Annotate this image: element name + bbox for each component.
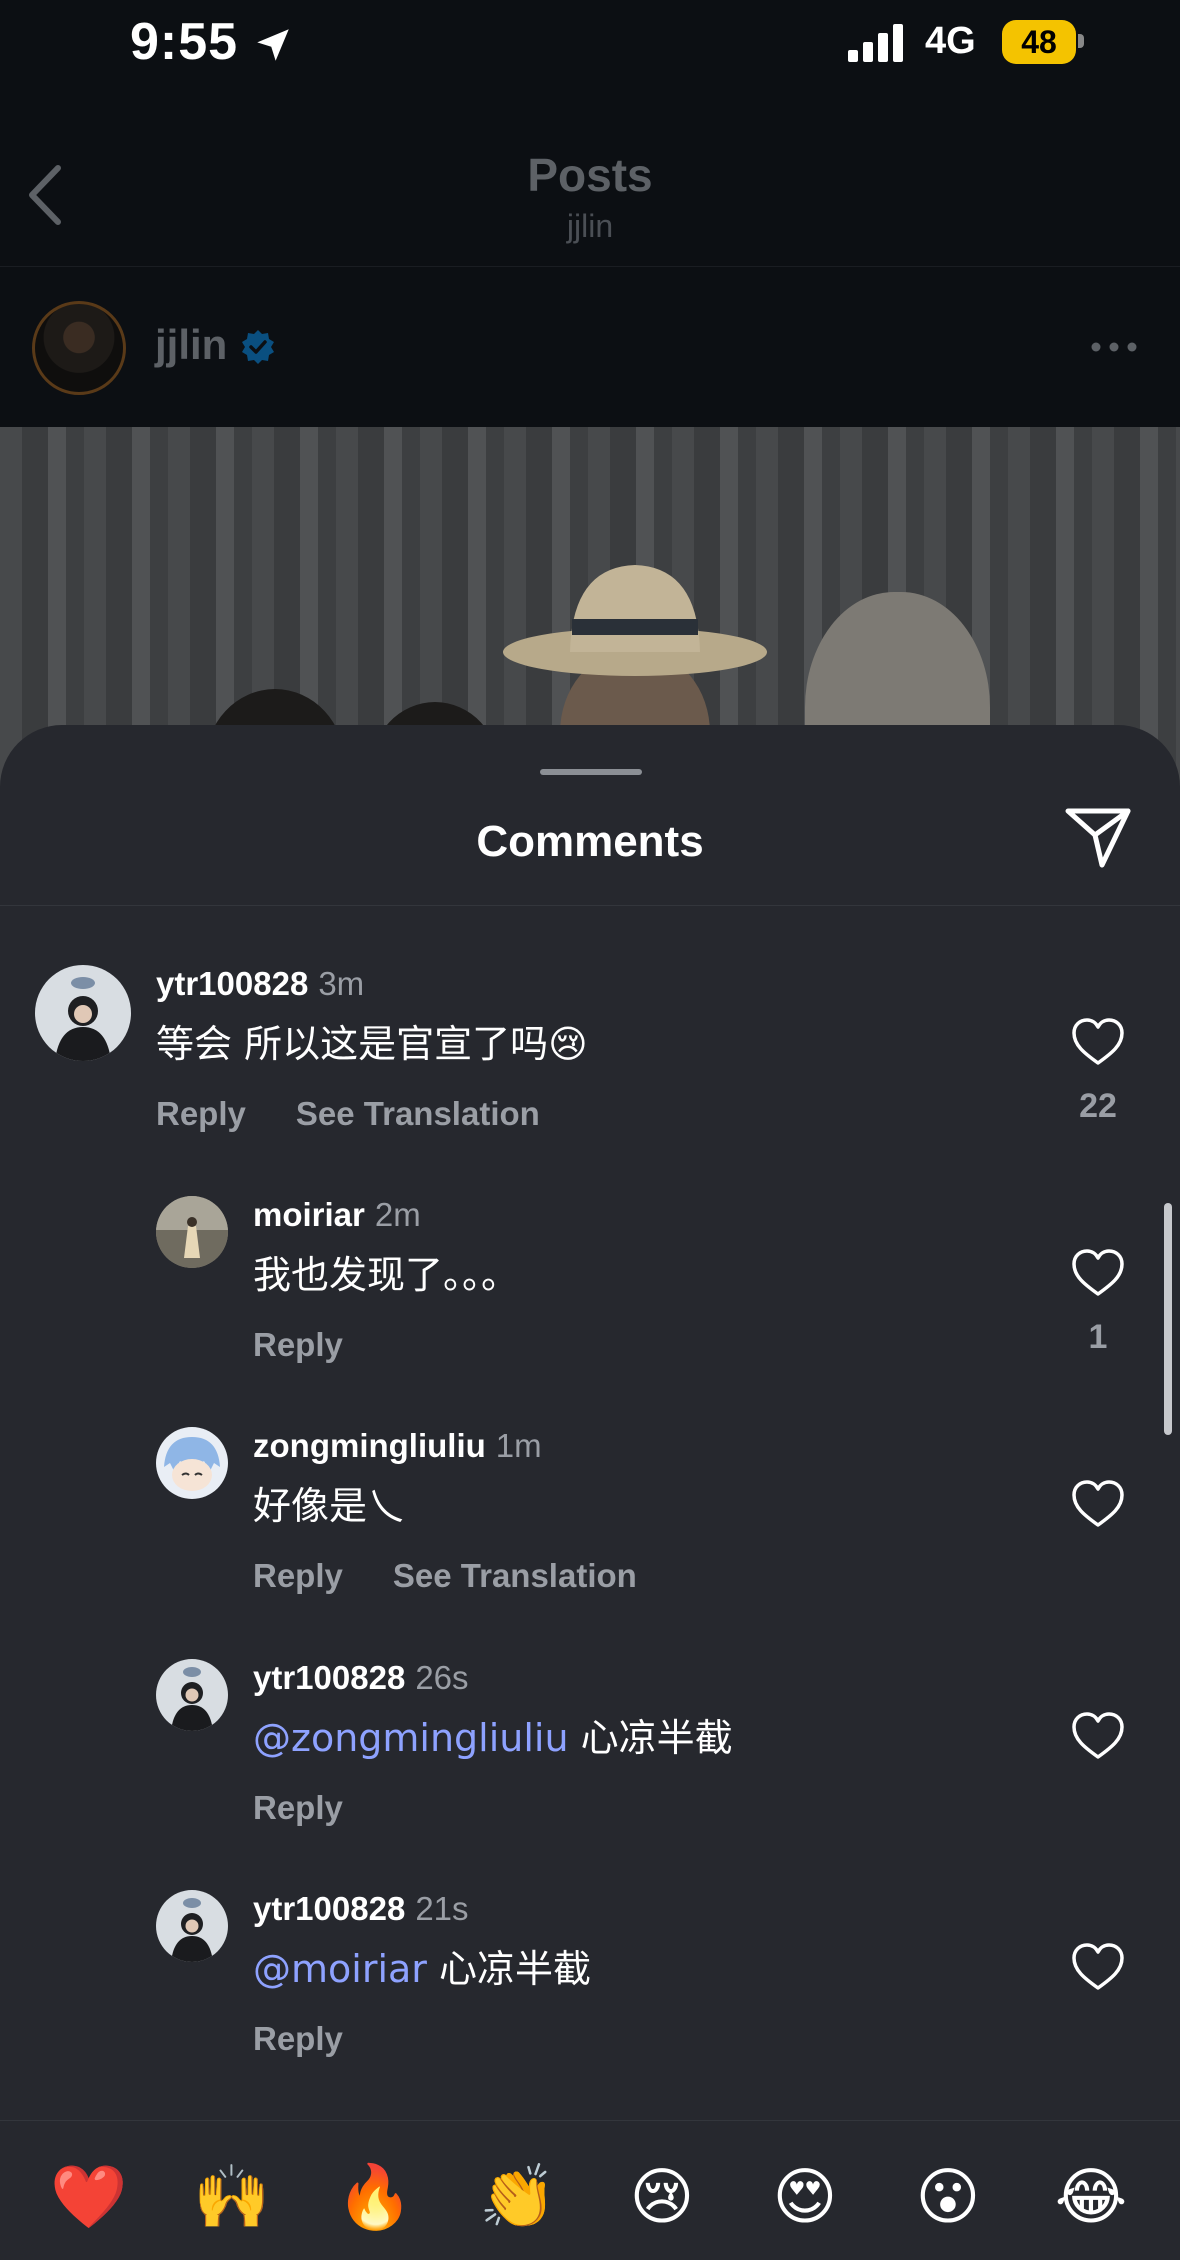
status-time: 9:55: [130, 13, 239, 71]
reply-button[interactable]: Reply: [156, 1095, 246, 1132]
avatar[interactable]: [156, 1890, 228, 1962]
comment-username[interactable]: ytr100828 3m: [156, 965, 364, 1003]
avatar[interactable]: [156, 1427, 228, 1499]
emoji-clapping[interactable]: 👏: [479, 2159, 556, 2235]
comment-username[interactable]: ytr100828 26s: [253, 1659, 469, 1697]
sheet-title: Comments: [476, 817, 704, 866]
avatar[interactable]: [156, 1196, 228, 1268]
reply-button[interactable]: Reply: [253, 1557, 343, 1594]
heart-icon[interactable]: [1070, 1017, 1126, 1067]
emoji-heart[interactable]: ❤️: [50, 2159, 127, 2235]
comment-actions: Reply See Translation: [253, 1557, 637, 1595]
comment-timestamp: 2m: [374, 1196, 421, 1233]
avatar[interactable]: [156, 1659, 228, 1731]
comment-timestamp: 26s: [415, 1659, 469, 1696]
reply-button[interactable]: Reply: [253, 2020, 343, 2057]
comment-body: 心凉半截: [568, 1716, 733, 1760]
network-type: 4G: [925, 20, 976, 62]
comment-actions: Reply: [253, 1789, 343, 1827]
comment-text: @zongmingliuliu 心凉半截: [253, 1707, 733, 1762]
username-text[interactable]: moiriar: [253, 1196, 365, 1233]
nav-header: Posts jjlin: [0, 92, 1180, 267]
post-author-username[interactable]: jjlin: [155, 321, 227, 369]
sheet-drag-handle[interactable]: [540, 769, 642, 775]
location-arrow-icon: [257, 29, 289, 61]
comment-text: 等会 所以这是官宣了吗😢: [156, 1022, 588, 1066]
comment-actions: Reply: [253, 1326, 343, 1364]
comment-username[interactable]: moiriar 2m: [253, 1196, 421, 1234]
emoji-heart-eyes[interactable]: 😍: [767, 2159, 843, 2235]
comment-timestamp: 21s: [415, 1890, 469, 1927]
like-count: 1: [1088, 1318, 1108, 1356]
heart-icon[interactable]: [1070, 1479, 1126, 1529]
heart-icon[interactable]: [1070, 1711, 1126, 1761]
see-translation-button[interactable]: See Translation: [393, 1557, 637, 1594]
emoji-crying[interactable]: 😢: [624, 2159, 700, 2235]
emoji-surprised[interactable]: 😮: [910, 2159, 986, 2235]
comment-timestamp: 1m: [495, 1427, 542, 1464]
see-translation-button[interactable]: See Translation: [296, 1095, 540, 1132]
page-subtitle: jjlin: [566, 208, 614, 244]
like-count: 22: [1079, 1087, 1117, 1125]
comment-timestamp: 3m: [318, 965, 365, 1002]
more-options-icon[interactable]: [1088, 337, 1140, 357]
reply-button[interactable]: Reply: [253, 1326, 343, 1363]
scrollbar[interactable]: [1164, 1203, 1172, 1435]
username-text[interactable]: ytr100828: [156, 965, 308, 1002]
battery-indicator: 48: [1002, 20, 1076, 64]
comment-username[interactable]: zongmingliuliu 1m: [253, 1427, 542, 1465]
comment-text: 我也发现了。。。: [253, 1253, 520, 1297]
emoji-fire[interactable]: 🔥: [336, 2159, 413, 2235]
emoji-reaction-bar: ❤️ 🙌 🔥 👏 😢 😍 😮 😂: [0, 2120, 1180, 2260]
battery-tip: [1078, 34, 1084, 48]
status-bar: 9:55 4G 48: [0, 0, 1180, 92]
emoji-raising-hands[interactable]: 🙌: [193, 2159, 270, 2235]
emoji-joy[interactable]: 😂: [1053, 2159, 1129, 2235]
username-text[interactable]: ytr100828: [253, 1890, 405, 1927]
username-text[interactable]: ytr100828: [253, 1659, 405, 1696]
avatar[interactable]: [35, 965, 131, 1061]
post-header: jjlin: [0, 267, 1180, 427]
cellular-signal-icon: [848, 24, 903, 62]
heart-icon[interactable]: [1070, 1942, 1126, 1992]
username-text[interactable]: zongmingliuliu: [253, 1427, 486, 1464]
heart-icon[interactable]: [1070, 1248, 1126, 1298]
page-title: Posts: [527, 149, 653, 201]
comment-username[interactable]: ytr100828 21s: [253, 1890, 469, 1928]
mention-link[interactable]: @moiriar: [253, 1947, 427, 1991]
sheet-divider: [0, 905, 1180, 906]
mention-link[interactable]: @zongmingliuliu: [253, 1716, 569, 1760]
share-send-icon[interactable]: [1062, 803, 1134, 871]
comment-text: @moiriar 心凉半截: [253, 1938, 591, 1993]
comments-sheet: Comments ytr100828 3m 等会 所以这是官宣了吗😢 Reply S…: [0, 725, 1180, 2260]
verified-badge-icon: [242, 330, 274, 364]
comment-text: 好像是乀: [253, 1484, 406, 1528]
comment-body: 心凉半截: [426, 1947, 592, 1991]
comment-actions: Reply See Translation: [156, 1095, 540, 1133]
photo-hat: [503, 565, 767, 676]
post-author-avatar[interactable]: [32, 301, 126, 395]
comment-actions: Reply: [253, 2020, 343, 2058]
reply-button[interactable]: Reply: [253, 1789, 343, 1826]
